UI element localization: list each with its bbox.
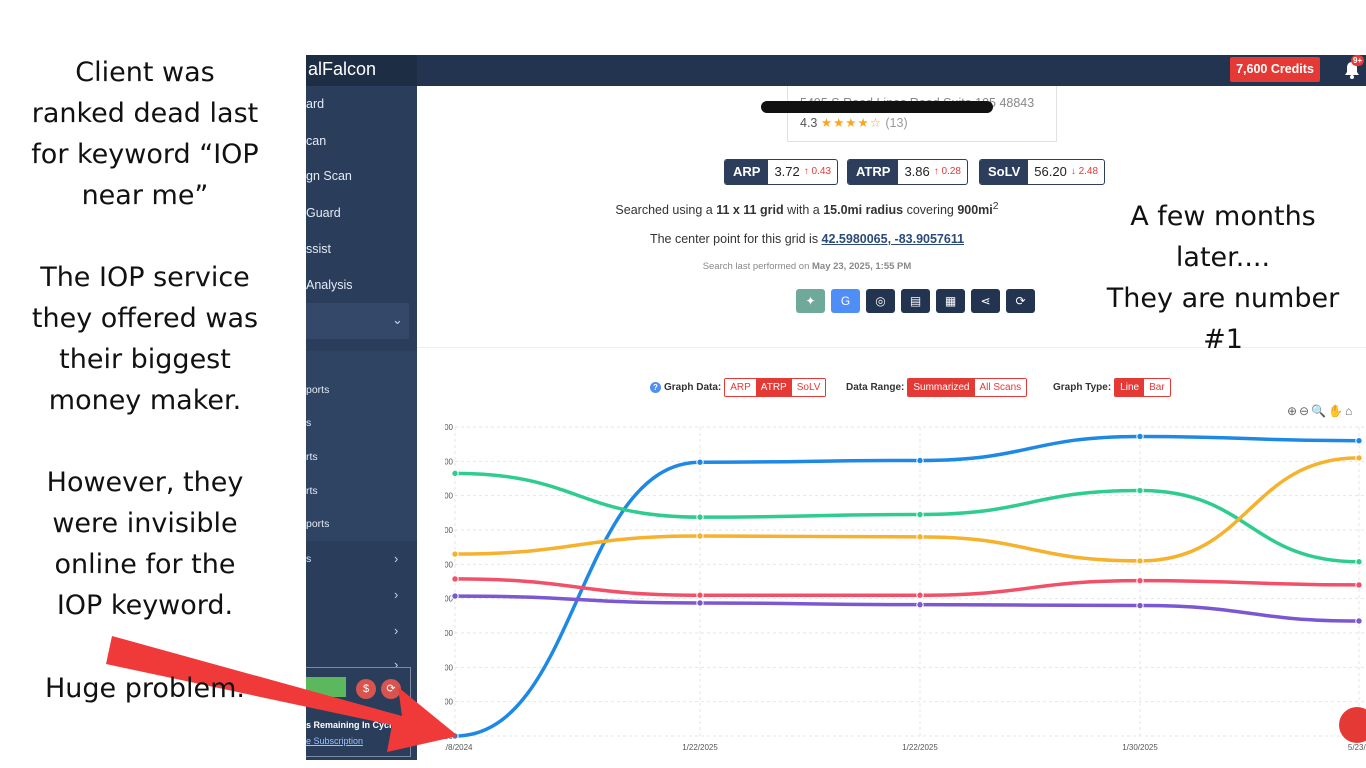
caption-last-line: Huge problem. [44,673,246,704]
red-arrow-icon [106,636,458,752]
slide: Client was ranked dead last for keyword … [0,0,1366,768]
